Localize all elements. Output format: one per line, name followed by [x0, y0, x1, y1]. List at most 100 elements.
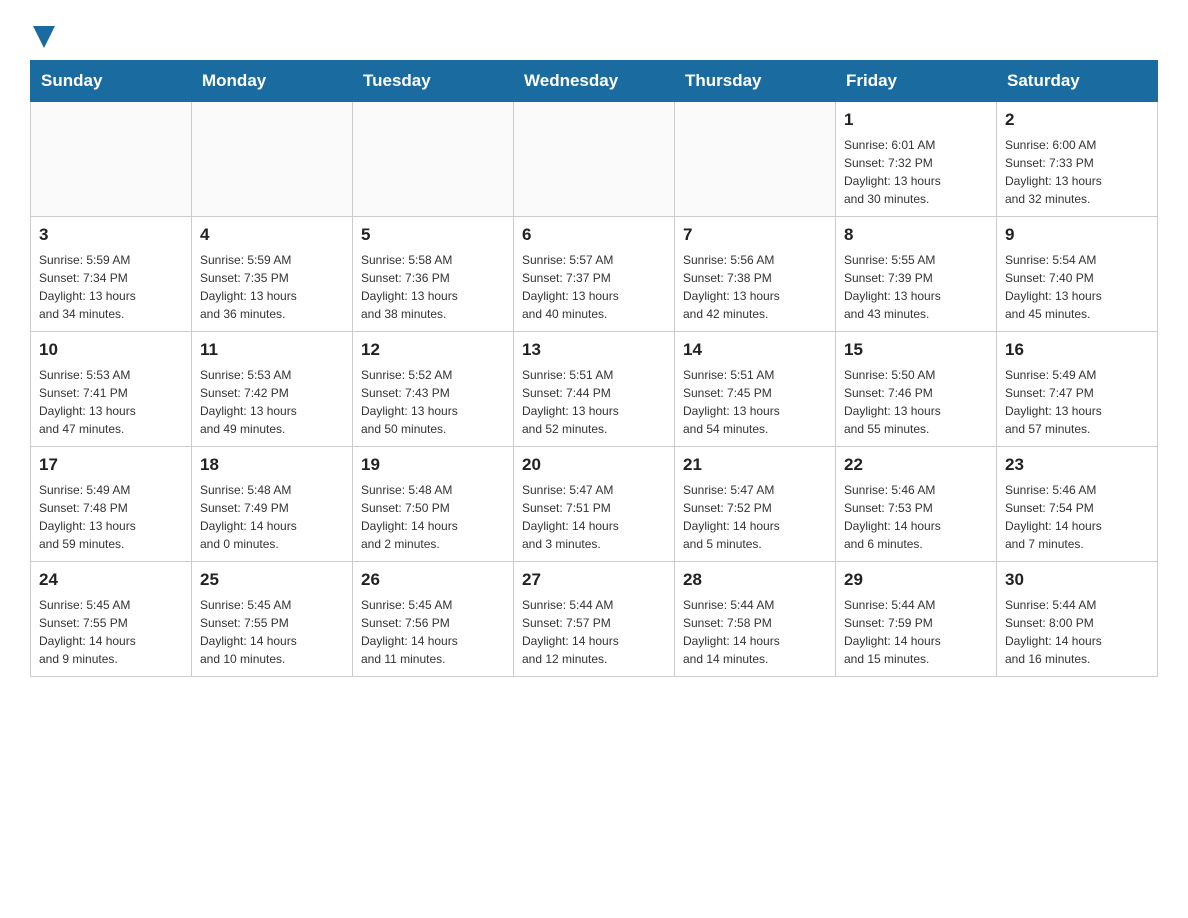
day-number: 17	[39, 453, 183, 478]
calendar-cell: 8Sunrise: 5:55 AM Sunset: 7:39 PM Daylig…	[836, 217, 997, 332]
calendar-cell: 19 Sunrise: 5:48 AM Sunset: 7:50 PM Dayli…	[353, 447, 514, 562]
calendar-cell: 6 Sunrise: 5:57 AM Sunset: 7:37 PM Daylig…	[514, 217, 675, 332]
day-info: Sunrise: 5:54 AM Sunset: 7:40 PM Dayligh…	[1005, 251, 1149, 323]
day-info: Sunrise: 5:52 AM Sunset: 7:43 PM Dayligh…	[361, 366, 505, 438]
day-number: 6	[522, 223, 666, 248]
day-number: 27	[522, 568, 666, 593]
day-number: 23	[1005, 453, 1149, 478]
day-info: Sunrise: 5:51 AM Sunset: 7:45 PM Dayligh…	[683, 366, 827, 438]
calendar-header-friday: Friday	[836, 61, 997, 102]
calendar-cell: 24 Sunrise: 5:45 AM Sunset: 7:55 PM Dayli…	[31, 562, 192, 677]
calendar-header-monday: Monday	[192, 61, 353, 102]
calendar-header-tuesday: Tuesday	[353, 61, 514, 102]
day-number: 21	[683, 453, 827, 478]
day-number: 4	[200, 223, 344, 248]
day-number: 7	[683, 223, 827, 248]
calendar-cell	[192, 102, 353, 217]
day-info: Sunrise: 5:45 AM Sunset: 7:55 PM Dayligh…	[39, 596, 183, 668]
calendar-cell: 9 Sunrise: 5:54 AM Sunset: 7:40 PM Daylig…	[997, 217, 1158, 332]
day-info: Sunrise: 5:53 AM Sunset: 7:42 PM Dayligh…	[200, 366, 344, 438]
calendar-cell: 3 Sunrise: 5:59 AM Sunset: 7:34 PM Daylig…	[31, 217, 192, 332]
logo	[30, 20, 55, 44]
day-number: 19	[361, 453, 505, 478]
calendar-table: SundayMondayTuesdayWednesdayThursdayFrid…	[30, 60, 1158, 677]
day-number: 28	[683, 568, 827, 593]
day-number: 12	[361, 338, 505, 363]
calendar-cell: 11 Sunrise: 5:53 AM Sunset: 7:42 PM Dayli…	[192, 332, 353, 447]
day-info: Sunrise: 5:44 AM Sunset: 7:58 PM Dayligh…	[683, 596, 827, 668]
calendar-header-saturday: Saturday	[997, 61, 1158, 102]
day-info: Sunrise: 5:59 AM Sunset: 7:35 PM Dayligh…	[200, 251, 344, 323]
day-info: Sunrise: 5:55 AM Sunset: 7:39 PM Dayligh…	[844, 251, 988, 323]
calendar-cell: 4 Sunrise: 5:59 AM Sunset: 7:35 PM Daylig…	[192, 217, 353, 332]
calendar-cell: 14 Sunrise: 5:51 AM Sunset: 7:45 PM Dayli…	[675, 332, 836, 447]
calendar-cell: 16 Sunrise: 5:49 AM Sunset: 7:47 PM Dayli…	[997, 332, 1158, 447]
week-row-1: 1 Sunrise: 6:01 AM Sunset: 7:32 PM Daylig…	[31, 102, 1158, 217]
day-number: 29	[844, 568, 988, 593]
day-info: Sunrise: 5:47 AM Sunset: 7:51 PM Dayligh…	[522, 481, 666, 553]
day-number: 20	[522, 453, 666, 478]
day-number: 11	[200, 338, 344, 363]
day-number: 10	[39, 338, 183, 363]
calendar-cell: 20 Sunrise: 5:47 AM Sunset: 7:51 PM Dayli…	[514, 447, 675, 562]
day-number: 18	[200, 453, 344, 478]
calendar-header-sunday: Sunday	[31, 61, 192, 102]
day-number: 2	[1005, 108, 1149, 133]
calendar-cell	[353, 102, 514, 217]
calendar-cell: 18 Sunrise: 5:48 AM Sunset: 7:49 PM Dayli…	[192, 447, 353, 562]
day-info: Sunrise: 5:48 AM Sunset: 7:50 PM Dayligh…	[361, 481, 505, 553]
day-number: 3	[39, 223, 183, 248]
calendar-header-thursday: Thursday	[675, 61, 836, 102]
calendar-cell: 12 Sunrise: 5:52 AM Sunset: 7:43 PM Dayli…	[353, 332, 514, 447]
calendar-cell: 25 Sunrise: 5:45 AM Sunset: 7:55 PM Dayli…	[192, 562, 353, 677]
day-number: 25	[200, 568, 344, 593]
calendar-cell: 28 Sunrise: 5:44 AM Sunset: 7:58 PM Dayli…	[675, 562, 836, 677]
day-info: Sunrise: 5:45 AM Sunset: 7:56 PM Dayligh…	[361, 596, 505, 668]
calendar-cell	[514, 102, 675, 217]
calendar-cell: 13 Sunrise: 5:51 AM Sunset: 7:44 PM Dayli…	[514, 332, 675, 447]
day-info: Sunrise: 5:58 AM Sunset: 7:36 PM Dayligh…	[361, 251, 505, 323]
calendar-cell	[675, 102, 836, 217]
day-info: Sunrise: 5:59 AM Sunset: 7:34 PM Dayligh…	[39, 251, 183, 323]
day-number: 9	[1005, 223, 1149, 248]
day-info: Sunrise: 6:00 AM Sunset: 7:33 PM Dayligh…	[1005, 136, 1149, 208]
week-row-3: 10Sunrise: 5:53 AM Sunset: 7:41 PM Dayli…	[31, 332, 1158, 447]
day-info: Sunrise: 5:48 AM Sunset: 7:49 PM Dayligh…	[200, 481, 344, 553]
calendar-cell: 17Sunrise: 5:49 AM Sunset: 7:48 PM Dayli…	[31, 447, 192, 562]
day-info: Sunrise: 5:51 AM Sunset: 7:44 PM Dayligh…	[522, 366, 666, 438]
calendar-cell: 2 Sunrise: 6:00 AM Sunset: 7:33 PM Daylig…	[997, 102, 1158, 217]
day-info: Sunrise: 5:47 AM Sunset: 7:52 PM Dayligh…	[683, 481, 827, 553]
calendar-cell: 5 Sunrise: 5:58 AM Sunset: 7:36 PM Daylig…	[353, 217, 514, 332]
day-number: 26	[361, 568, 505, 593]
day-number: 14	[683, 338, 827, 363]
calendar-cell: 26 Sunrise: 5:45 AM Sunset: 7:56 PM Dayli…	[353, 562, 514, 677]
day-info: Sunrise: 5:44 AM Sunset: 7:59 PM Dayligh…	[844, 596, 988, 668]
day-info: Sunrise: 5:44 AM Sunset: 8:00 PM Dayligh…	[1005, 596, 1149, 668]
day-info: Sunrise: 5:46 AM Sunset: 7:54 PM Dayligh…	[1005, 481, 1149, 553]
day-info: Sunrise: 5:50 AM Sunset: 7:46 PM Dayligh…	[844, 366, 988, 438]
day-info: Sunrise: 5:56 AM Sunset: 7:38 PM Dayligh…	[683, 251, 827, 323]
day-info: Sunrise: 5:46 AM Sunset: 7:53 PM Dayligh…	[844, 481, 988, 553]
calendar-cell: 21 Sunrise: 5:47 AM Sunset: 7:52 PM Dayli…	[675, 447, 836, 562]
day-number: 24	[39, 568, 183, 593]
day-info: Sunrise: 5:57 AM Sunset: 7:37 PM Dayligh…	[522, 251, 666, 323]
calendar-cell: 1 Sunrise: 6:01 AM Sunset: 7:32 PM Daylig…	[836, 102, 997, 217]
calendar-cell: 27 Sunrise: 5:44 AM Sunset: 7:57 PM Dayli…	[514, 562, 675, 677]
calendar-cell	[31, 102, 192, 217]
day-number: 1	[844, 108, 988, 133]
day-number: 13	[522, 338, 666, 363]
day-number: 16	[1005, 338, 1149, 363]
calendar-cell: 7 Sunrise: 5:56 AM Sunset: 7:38 PM Daylig…	[675, 217, 836, 332]
day-number: 15	[844, 338, 988, 363]
day-info: Sunrise: 5:49 AM Sunset: 7:47 PM Dayligh…	[1005, 366, 1149, 438]
day-number: 22	[844, 453, 988, 478]
calendar-header-wednesday: Wednesday	[514, 61, 675, 102]
day-info: Sunrise: 5:44 AM Sunset: 7:57 PM Dayligh…	[522, 596, 666, 668]
calendar-cell: 22 Sunrise: 5:46 AM Sunset: 7:53 PM Dayli…	[836, 447, 997, 562]
day-info: Sunrise: 6:01 AM Sunset: 7:32 PM Dayligh…	[844, 136, 988, 208]
week-row-2: 3 Sunrise: 5:59 AM Sunset: 7:34 PM Daylig…	[31, 217, 1158, 332]
day-number: 5	[361, 223, 505, 248]
week-row-4: 17Sunrise: 5:49 AM Sunset: 7:48 PM Dayli…	[31, 447, 1158, 562]
logo-arrow-icon	[33, 26, 55, 48]
day-info: Sunrise: 5:45 AM Sunset: 7:55 PM Dayligh…	[200, 596, 344, 668]
